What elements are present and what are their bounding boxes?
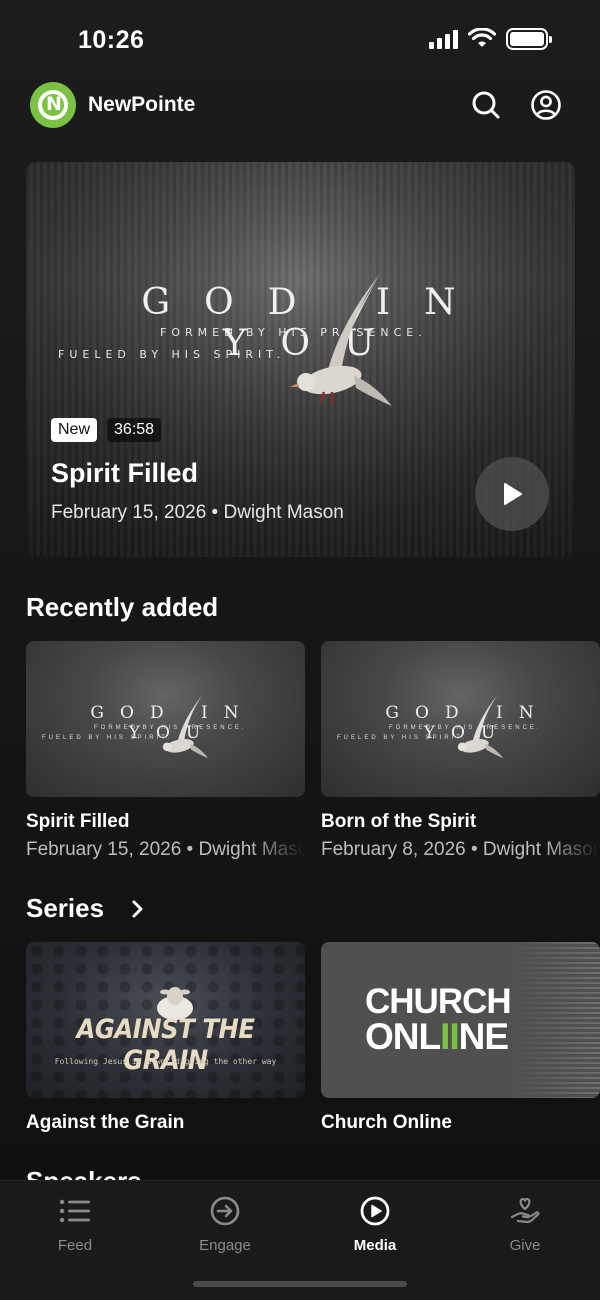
dove-illustration	[290, 274, 392, 406]
search-button[interactable]	[469, 88, 503, 122]
home-indicator[interactable]	[193, 1281, 407, 1287]
series-card[interactable]: CHURCH ONLIINE Church Online	[321, 942, 600, 1134]
series-art-line2: ONLIINE	[365, 1016, 509, 1057]
series-title: Church Online	[321, 1112, 452, 1133]
chevron-right-icon[interactable]	[131, 899, 145, 919]
play-icon	[504, 483, 522, 505]
duration-badge: 36:58	[107, 418, 162, 442]
tab-label: Give	[509, 1237, 541, 1254]
brand-name: NewPointe	[88, 93, 196, 116]
media-card[interactable]: GOD IN YOU FORMED BY HIS PRESENCE. FUELE…	[26, 641, 305, 861]
series-thumbnail: AGAINST THE GRAIN Following Jesus in a w…	[26, 942, 305, 1098]
dove-illustration	[457, 694, 504, 759]
wifi-icon	[468, 28, 496, 47]
media-meta: February 15, 2026 • Dwight Mason	[26, 839, 305, 860]
series-card[interactable]: AGAINST THE GRAIN Following Jesus in a w…	[26, 942, 305, 1134]
play-circle-icon	[360, 1196, 390, 1226]
hero-badges: New 36:58	[51, 418, 162, 442]
search-icon	[472, 91, 500, 119]
media-thumbnail: GOD IN YOU FORMED BY HIS PRESENCE. FUELE…	[321, 641, 600, 797]
play-button[interactable]	[475, 457, 549, 531]
hero-meta: February 15, 2026 • Dwight Mason	[51, 502, 344, 523]
cellular-signal-icon	[429, 29, 458, 49]
user-circle-icon	[531, 90, 561, 120]
list-icon	[59, 1199, 90, 1223]
series-art-title: AGAINST THE GRAIN	[76, 1014, 255, 1076]
dove-illustration	[162, 694, 209, 759]
profile-button[interactable]	[529, 88, 563, 122]
series-thumbnail: CHURCH ONLIINE	[321, 942, 600, 1098]
stripe-pattern	[510, 942, 600, 1098]
app-screen: 10:26 NewPointe	[0, 0, 600, 1300]
media-card[interactable]: GOD IN YOU FORMED BY HIS PRESENCE. FUELE…	[321, 641, 600, 861]
tab-label: Media	[353, 1237, 397, 1254]
battery-icon	[506, 28, 552, 50]
hero-title: Spirit Filled	[51, 458, 199, 488]
newpointe-logo	[30, 82, 76, 128]
new-badge: New	[51, 418, 98, 442]
heart-hand-icon	[510, 1197, 540, 1224]
media-thumbnail: GOD IN YOU FORMED BY HIS PRESENCE. FUELE…	[26, 641, 305, 797]
series-title: Against the Grain	[26, 1112, 185, 1133]
tab-feed[interactable]: Feed	[15, 1191, 135, 1254]
hero-art-line2: FUELED BY HIS SPIRIT.	[58, 348, 286, 361]
tab-engage[interactable]: Engage	[165, 1191, 285, 1254]
recently-added-heading: Recently added	[26, 592, 219, 622]
arrow-circle-icon	[210, 1196, 240, 1226]
app-header: NewPointe	[0, 82, 600, 130]
status-icons	[429, 28, 552, 50]
media-meta: February 8, 2026 • Dwight Mason	[321, 839, 600, 860]
featured-media-card[interactable]: GOD IN YOU FORMED BY HIS PRESENCE. FUELE…	[26, 162, 575, 557]
tab-give[interactable]: Give	[465, 1191, 585, 1254]
tab-label: Engage	[199, 1237, 251, 1254]
series-art-subtitle: Following Jesus in a world going the oth…	[54, 1057, 277, 1066]
media-title: Spirit Filled	[26, 811, 130, 832]
media-title: Born of the Spirit	[321, 811, 477, 832]
tab-label: Feed	[57, 1237, 93, 1254]
status-time: 10:26	[78, 26, 145, 54]
status-bar: 10:26	[0, 0, 600, 80]
tab-media[interactable]: Media	[315, 1191, 435, 1254]
series-heading[interactable]: Series	[26, 893, 104, 924]
